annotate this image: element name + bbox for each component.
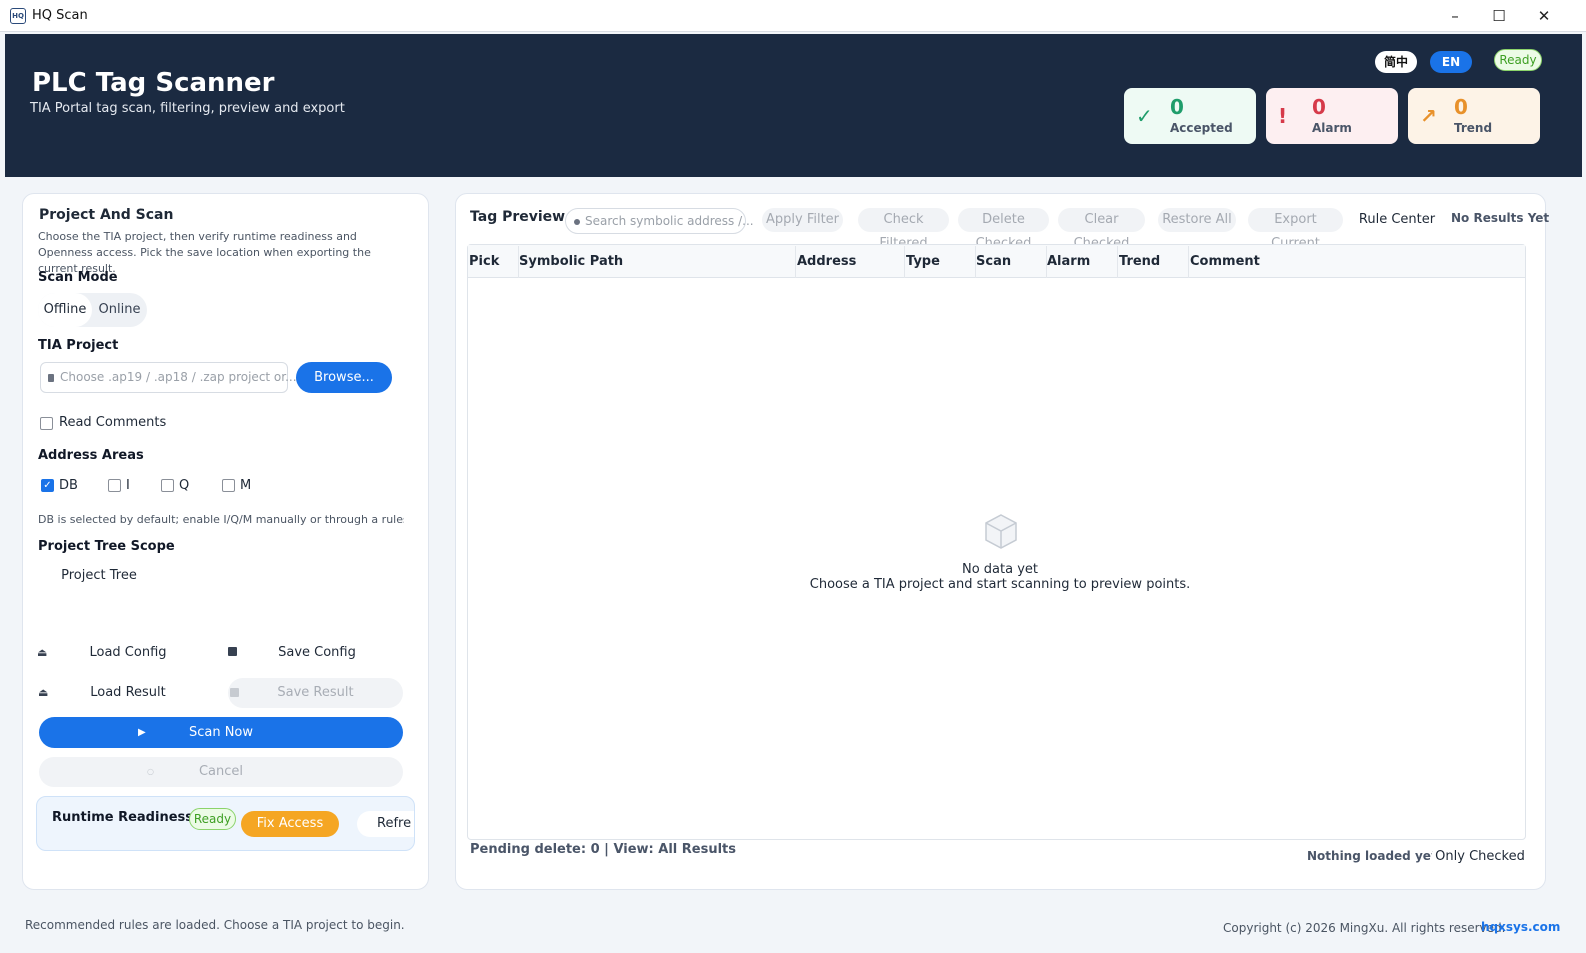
panel-title: Project And Scan — [39, 207, 174, 223]
column-header-scan[interactable]: Scan — [974, 246, 1047, 278]
browse-button[interactable]: Browse... — [296, 362, 392, 393]
stat-card-trend: ↗ 0 Trend — [1408, 88, 1540, 144]
cancel-label: Cancel — [198, 764, 244, 779]
load-status: Nothing loaded yet — [1307, 849, 1437, 863]
area-i-label: I — [126, 478, 130, 493]
area-i-checkbox[interactable] — [108, 479, 121, 492]
close-button[interactable]: ✕ — [1521, 4, 1567, 28]
column-header-comment[interactable]: Comment — [1188, 246, 1525, 278]
footer-site-link[interactable]: hqxsys.com — [1481, 920, 1560, 934]
runtime-status-badge: Ready — [189, 808, 236, 830]
check-filtered-button[interactable]: Check Filtered — [858, 208, 949, 251]
stat-label: Trend — [1454, 121, 1493, 135]
empty-box-icon — [985, 514, 1017, 549]
area-db-checkbox[interactable]: ✓ — [41, 479, 54, 492]
only-checked-button[interactable]: Only Checked — [1431, 844, 1529, 870]
read-comments-label: Read Comments — [59, 415, 167, 430]
load-result-button[interactable]: Load Result — [48, 678, 208, 708]
runtime-label: Runtime Readiness — [52, 810, 193, 825]
column-header-trend[interactable]: Trend — [1117, 246, 1189, 278]
save-result-button[interactable]: Save Result — [228, 678, 403, 708]
scan-mode-label: Scan Mode — [38, 270, 118, 285]
stat-value: 0 — [1312, 95, 1326, 119]
scan-now-label: Scan Now — [188, 725, 254, 740]
scan-now-button[interactable]: ▶ Scan Now — [39, 717, 403, 748]
stat-label: Alarm — [1312, 121, 1352, 135]
preview-title: Tag Preview — [470, 209, 566, 225]
clear-checked-button[interactable]: Clear Checked — [1058, 208, 1145, 251]
upload-icon: ⏏ — [38, 686, 49, 699]
fix-access-button[interactable]: Fix Access — [241, 811, 339, 837]
minimize-button[interactable]: – — [1432, 4, 1478, 28]
tree-scope-label: Project Tree Scope — [38, 539, 175, 554]
address-areas-label: Address Areas — [38, 448, 144, 463]
empty-state-title: No data yet — [961, 562, 1038, 577]
load-config-button[interactable]: Load Config — [48, 638, 208, 668]
stat-value: 0 — [1454, 95, 1468, 119]
tia-project-label: TIA Project — [38, 338, 119, 353]
search-input[interactable]: Search symbolic address /... — [565, 208, 754, 234]
column-header-alarm[interactable]: Alarm — [1045, 246, 1118, 278]
page-subtitle: TIA Portal tag scan, filtering, preview … — [30, 101, 345, 116]
file-icon — [48, 374, 54, 382]
app-icon: HQ — [10, 8, 26, 24]
trend-arrow-icon: ↗ — [1420, 104, 1437, 128]
runtime-readiness-box: Runtime Readiness Ready Fix Access Refre — [36, 796, 415, 851]
check-icon: ✓ — [1136, 104, 1153, 128]
stat-card-accepted: ✓ 0 Accepted — [1124, 88, 1256, 144]
stat-value: 0 — [1170, 95, 1184, 119]
save-disk-icon — [230, 688, 239, 697]
stat-card-alarm: ! 0 Alarm — [1266, 88, 1398, 144]
delete-checked-button[interactable]: Delete Checked — [958, 208, 1049, 251]
area-q-label: Q — [179, 478, 190, 493]
play-icon: ▶ — [138, 727, 146, 738]
scan-mode-online[interactable]: Online — [92, 293, 147, 327]
lang-en-button[interactable]: EN — [1430, 51, 1472, 73]
refresh-button[interactable]: Refre — [357, 811, 414, 837]
save-disk-icon — [228, 647, 237, 656]
upload-icon: ⏏ — [37, 646, 48, 659]
empty-state-subtitle: Choose a TIA project and start scanning … — [809, 577, 1191, 592]
areas-hint: DB is selected by default; enable I/Q/M … — [38, 513, 404, 526]
rule-center-button[interactable]: Rule Center — [1352, 208, 1442, 232]
scan-mode-offline[interactable]: Offline — [38, 293, 92, 327]
pending-status: Pending delete: 0 | View: All Results — [470, 842, 737, 857]
results-status: No Results Yet — [1451, 211, 1550, 225]
alert-icon: ! — [1278, 104, 1288, 128]
search-placeholder: Search symbolic address /... — [585, 214, 754, 228]
cancel-button[interactable]: ○ Cancel — [39, 757, 403, 787]
column-header-address[interactable]: Address — [795, 246, 905, 278]
read-comments-checkbox[interactable] — [40, 417, 53, 430]
project-path-field[interactable]: Choose .ap19 / .ap18 / .zap project or..… — [40, 362, 297, 393]
stat-label: Accepted — [1170, 121, 1233, 135]
column-header-type[interactable]: Type — [904, 246, 976, 278]
area-db-label: DB — [59, 478, 78, 493]
save-config-button[interactable]: Save Config — [237, 638, 397, 668]
search-icon — [574, 219, 580, 225]
column-header-symbolic-path[interactable]: Symbolic Path — [517, 246, 796, 278]
lang-zh-button[interactable]: 简中 — [1375, 51, 1417, 73]
area-m-label: M — [240, 478, 252, 493]
project-path-placeholder: Choose .ap19 / .ap18 / .zap project or..… — [60, 370, 297, 384]
footer-copyright: Copyright (c) 2026 MingXu. All rights re… — [1223, 921, 1506, 935]
restore-all-button[interactable]: Restore All — [1158, 208, 1236, 232]
apply-filter-button[interactable]: Apply Filter — [762, 208, 843, 232]
page-title: PLC Tag Scanner — [32, 68, 275, 98]
window-titlebar — [0, 0, 1586, 32]
status-badge: Ready — [1494, 49, 1542, 71]
export-current-button[interactable]: Export Current — [1248, 208, 1343, 251]
project-tree-button[interactable]: Project Tree — [42, 561, 156, 591]
window-title: HQ Scan — [32, 8, 88, 23]
column-header-pick[interactable]: Pick — [467, 246, 519, 278]
area-q-checkbox[interactable] — [161, 479, 174, 492]
save-result-label: Save Result — [277, 685, 354, 700]
spinner-icon: ○ — [147, 767, 154, 776]
area-m-checkbox[interactable] — [222, 479, 235, 492]
footer-status: Recommended rules are loaded. Choose a T… — [25, 918, 405, 932]
maximize-button[interactable]: ☐ — [1476, 4, 1522, 28]
